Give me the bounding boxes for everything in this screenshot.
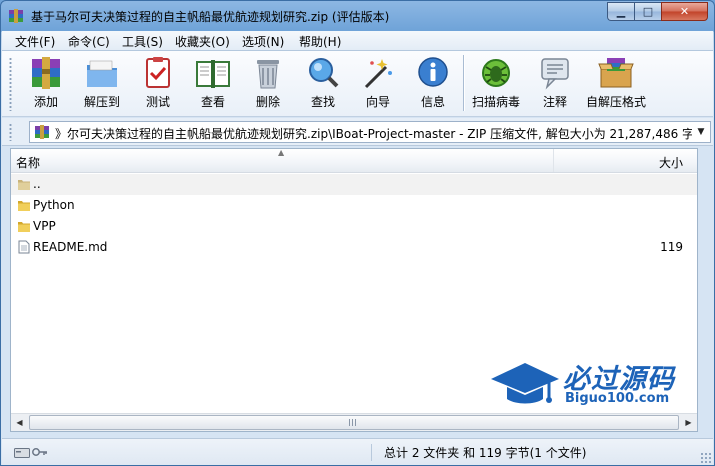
add-button[interactable]: 添加 xyxy=(18,53,74,115)
address-field[interactable]: 》尔可夫决策过程的自主帆船最优航迹规划研究.zip\IBoat-Project-… xyxy=(29,121,711,143)
menu-favorites[interactable]: 收藏夹(O) xyxy=(175,33,230,50)
menu-help[interactable]: 帮助(H) xyxy=(299,33,341,50)
view-button[interactable]: 查看 xyxy=(185,53,241,115)
maximize-button[interactable]: □ xyxy=(634,2,661,21)
graduation-cap-icon xyxy=(489,357,561,414)
extract-to-button[interactable]: 解压到 xyxy=(74,53,130,115)
wizard-button[interactable]: 向导 xyxy=(350,53,406,115)
minimize-button[interactable]: ▁ xyxy=(607,2,634,21)
scroll-right-button[interactable]: ▶ xyxy=(680,414,697,431)
status-left-pane xyxy=(10,444,372,461)
toolbar-separator xyxy=(463,55,465,111)
title-bar[interactable]: 基于马尔可夫决策过程的自主帆船最优航迹规划研究.zip (评估版本) ▁ □ ✕ xyxy=(1,1,714,31)
horizontal-scrollbar[interactable]: ◀ ▶ xyxy=(11,413,697,431)
column-header: ▲ 名称 大小 xyxy=(11,148,697,173)
virus-scan-icon xyxy=(482,59,510,87)
list-item-parent[interactable]: .. xyxy=(11,174,697,195)
find-magnifier-icon xyxy=(309,58,339,88)
resize-grip[interactable] xyxy=(700,452,711,463)
file-size: 119 xyxy=(660,240,683,254)
column-size-label: 大小 xyxy=(658,156,683,170)
chevron-left-icon: ◀ xyxy=(16,418,23,427)
window-controls: ▁ □ ✕ xyxy=(607,2,708,22)
close-button[interactable]: ✕ xyxy=(661,2,708,21)
drive-icon xyxy=(14,447,30,461)
maximize-icon: □ xyxy=(642,5,654,18)
virus-scan-label: 扫描病毒 xyxy=(471,95,520,109)
wizard-wand-icon xyxy=(364,59,392,89)
menu-tools[interactable]: 工具(S) xyxy=(122,33,163,50)
view-book-icon xyxy=(196,60,230,88)
list-item-folder[interactable]: VPP xyxy=(11,216,697,237)
file-icon xyxy=(17,240,31,257)
sfx-label: 自解压格式 xyxy=(585,95,646,109)
menu-bar: 文件(F) 命令(C) 工具(S) 收藏夹(O) 选项(N) 帮助(H) xyxy=(2,31,713,51)
sfx-button[interactable]: 自解压格式 xyxy=(584,53,648,115)
toolbar-grip[interactable] xyxy=(9,57,12,111)
test-icon xyxy=(146,57,170,88)
app-window: 基于马尔可夫决策过程的自主帆船最优航迹规划研究.zip (评估版本) ▁ □ ✕… xyxy=(0,0,715,466)
toolbar: 添加 解压到 测试 查看 删除 查找 向导 信息 扫描病毒 注释 自解压格式 xyxy=(2,51,713,117)
menu-file[interactable]: 文件(F) xyxy=(15,33,55,50)
view-label: 查看 xyxy=(200,95,225,109)
close-icon: ✕ xyxy=(679,5,690,18)
address-bar: 》尔可夫决策过程的自主帆船最优航迹规划研究.zip\IBoat-Project-… xyxy=(2,118,713,146)
extract-to-icon xyxy=(87,60,117,87)
test-button[interactable]: 测试 xyxy=(130,53,186,115)
wizard-label: 向导 xyxy=(365,95,390,109)
virus-scan-button[interactable]: 扫描病毒 xyxy=(468,53,524,115)
find-button[interactable]: 查找 xyxy=(295,53,351,115)
file-name: VPP xyxy=(33,219,56,233)
menu-options[interactable]: 选项(N) xyxy=(242,33,284,50)
comment-icon xyxy=(541,58,569,90)
column-name[interactable]: ▲ 名称 xyxy=(11,148,554,172)
test-label: 测试 xyxy=(145,95,170,109)
list-item-folder[interactable]: Python xyxy=(11,195,697,216)
address-dropdown-button[interactable]: ▼ xyxy=(692,122,710,142)
find-label: 查找 xyxy=(310,95,335,109)
folder-icon xyxy=(17,198,31,215)
scrollbar-thumb[interactable] xyxy=(29,415,679,430)
extract-to-label: 解压到 xyxy=(83,95,120,109)
sfx-box-icon xyxy=(598,58,634,88)
list-item-file[interactable]: README.md 119 xyxy=(11,237,697,258)
watermark: 必过源码 Biguo100.com xyxy=(489,357,699,413)
info-icon xyxy=(418,57,448,87)
status-summary: 总计 2 文件夹 和 119 字节(1 个文件) xyxy=(384,446,587,460)
key-icon xyxy=(32,446,48,461)
chevron-right-icon: ▶ xyxy=(685,418,692,427)
archive-icon xyxy=(34,124,50,142)
column-size[interactable]: 大小 xyxy=(554,149,697,172)
scroll-left-button[interactable]: ◀ xyxy=(11,414,28,431)
info-button[interactable]: 信息 xyxy=(405,53,461,115)
delete-label: 删除 xyxy=(255,95,280,109)
delete-button[interactable]: 删除 xyxy=(240,53,296,115)
file-name: README.md xyxy=(33,240,108,254)
sort-ascending-icon: ▲ xyxy=(278,148,285,157)
watermark-subtitle: Biguo100.com xyxy=(565,391,670,406)
file-name: .. xyxy=(33,177,41,191)
status-bar: 总计 2 文件夹 和 119 字节(1 个文件) xyxy=(2,438,713,465)
add-label: 添加 xyxy=(33,95,58,109)
minimize-icon: ▁ xyxy=(616,5,626,18)
winrar-icon xyxy=(8,8,24,24)
file-rows: .. Python VPP README.md 119 xyxy=(11,174,697,258)
address-grip[interactable] xyxy=(9,123,12,141)
address-path: 》尔可夫决策过程的自主帆船最优航迹规划研究.zip\IBoat-Project-… xyxy=(55,127,707,141)
comment-label: 注释 xyxy=(542,95,567,109)
add-archive-icon xyxy=(32,57,60,89)
comment-button[interactable]: 注释 xyxy=(527,53,583,115)
file-name: Python xyxy=(33,198,75,212)
trash-icon xyxy=(257,60,279,89)
chevron-down-icon: ▼ xyxy=(697,127,705,137)
parent-folder-icon xyxy=(17,177,31,194)
window-title: 基于马尔可夫决策过程的自主帆船最优航迹规划研究.zip (评估版本) xyxy=(31,10,390,24)
menu-command[interactable]: 命令(C) xyxy=(68,33,110,50)
folder-icon xyxy=(17,219,31,236)
scrollbar-grip xyxy=(349,419,357,426)
info-label: 信息 xyxy=(420,95,445,109)
column-name-label: 名称 xyxy=(16,156,41,170)
